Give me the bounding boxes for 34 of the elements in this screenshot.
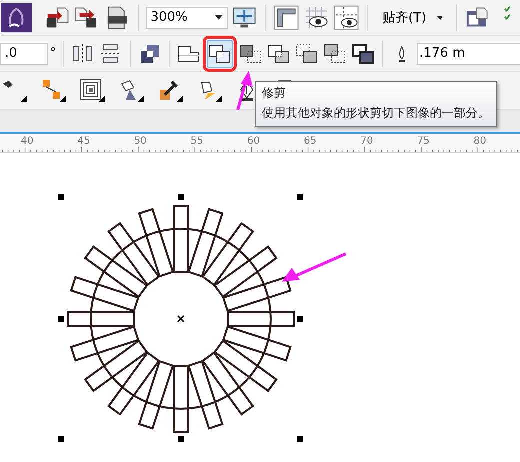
- selection-handle[interactable]: [297, 436, 303, 442]
- selection-handle[interactable]: [58, 436, 64, 442]
- guidelines-eye-icon[interactable]: [333, 4, 360, 32]
- snap-menu[interactable]: 贴齐(T): [375, 4, 449, 32]
- selection-handle[interactable]: [178, 194, 184, 200]
- annotation-arrow: [282, 252, 347, 282]
- caret-icon: [214, 15, 223, 20]
- outline-width-input[interactable]: .176 m: [416, 42, 520, 64]
- angle-input[interactable]: .0: [0, 42, 48, 64]
- zoom-dropdown[interactable]: 300%: [146, 6, 228, 28]
- ruler-label: 55: [190, 136, 204, 147]
- selection-handle[interactable]: [297, 316, 303, 322]
- tooltip-text: 使用其他对象的形状剪切下图像的一部分。: [262, 105, 490, 122]
- caret-icon: [436, 16, 442, 20]
- selection-handle[interactable]: [178, 436, 184, 442]
- ruler-label: 65: [304, 136, 317, 147]
- ruler-label: 70: [360, 136, 374, 147]
- selection-handle[interactable]: [58, 316, 64, 322]
- contour-tool-icon[interactable]: [78, 76, 106, 104]
- logo-icon[interactable]: [0, 4, 34, 32]
- annotation-arrow: [236, 71, 253, 110]
- ruler-label: 45: [78, 136, 90, 147]
- degree-label: °: [50, 46, 56, 61]
- ruler-label: 50: [134, 136, 147, 147]
- center-mark-icon: [177, 315, 185, 323]
- selection-handle[interactable]: [297, 194, 303, 200]
- ruler-label: 75: [417, 136, 430, 147]
- selection-handle[interactable]: [58, 194, 64, 200]
- ruler-label: 40: [21, 136, 34, 147]
- zoom-value: 300%: [150, 10, 188, 25]
- tooltip-title: 修剪: [262, 85, 287, 102]
- ruler-icon[interactable]: [272, 4, 300, 32]
- ruler-label: 80: [474, 136, 487, 147]
- ruler-label: 60: [247, 136, 260, 147]
